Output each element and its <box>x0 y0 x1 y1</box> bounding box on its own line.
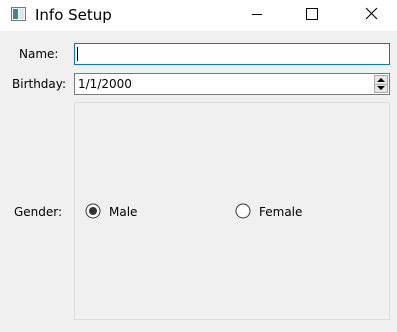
birthday-label: Birthday: <box>12 77 67 91</box>
maximize-icon <box>306 8 318 20</box>
spin-down-icon <box>377 86 385 90</box>
window-title: Info Setup <box>35 6 112 24</box>
radio-male-label: Male <box>109 205 138 219</box>
maximize-button[interactable] <box>289 0 335 31</box>
radio-unchecked-icon <box>235 203 251 219</box>
radio-female-label: Female <box>259 205 303 219</box>
gender-label: Gender: <box>14 205 63 219</box>
close-icon <box>365 7 378 20</box>
info-setup-window: Info Setup Name: Birthday: 1/1/2000 Gend… <box>0 0 397 332</box>
spin-down-button[interactable] <box>375 84 387 92</box>
title-bar[interactable]: Info Setup <box>0 0 397 31</box>
spin-up-icon <box>377 78 385 82</box>
date-spinner[interactable] <box>374 75 388 93</box>
minimize-button[interactable] <box>234 0 280 31</box>
birthday-date-edit[interactable]: 1/1/2000 <box>74 73 390 95</box>
app-icon <box>11 7 26 21</box>
name-input[interactable] <box>74 43 390 65</box>
minimize-icon <box>252 14 262 15</box>
name-label: Name: <box>19 47 59 61</box>
text-caret <box>77 47 78 61</box>
birthday-value: 1/1/2000 <box>78 77 132 91</box>
radio-checked-icon <box>85 203 101 219</box>
close-button[interactable] <box>348 0 394 31</box>
